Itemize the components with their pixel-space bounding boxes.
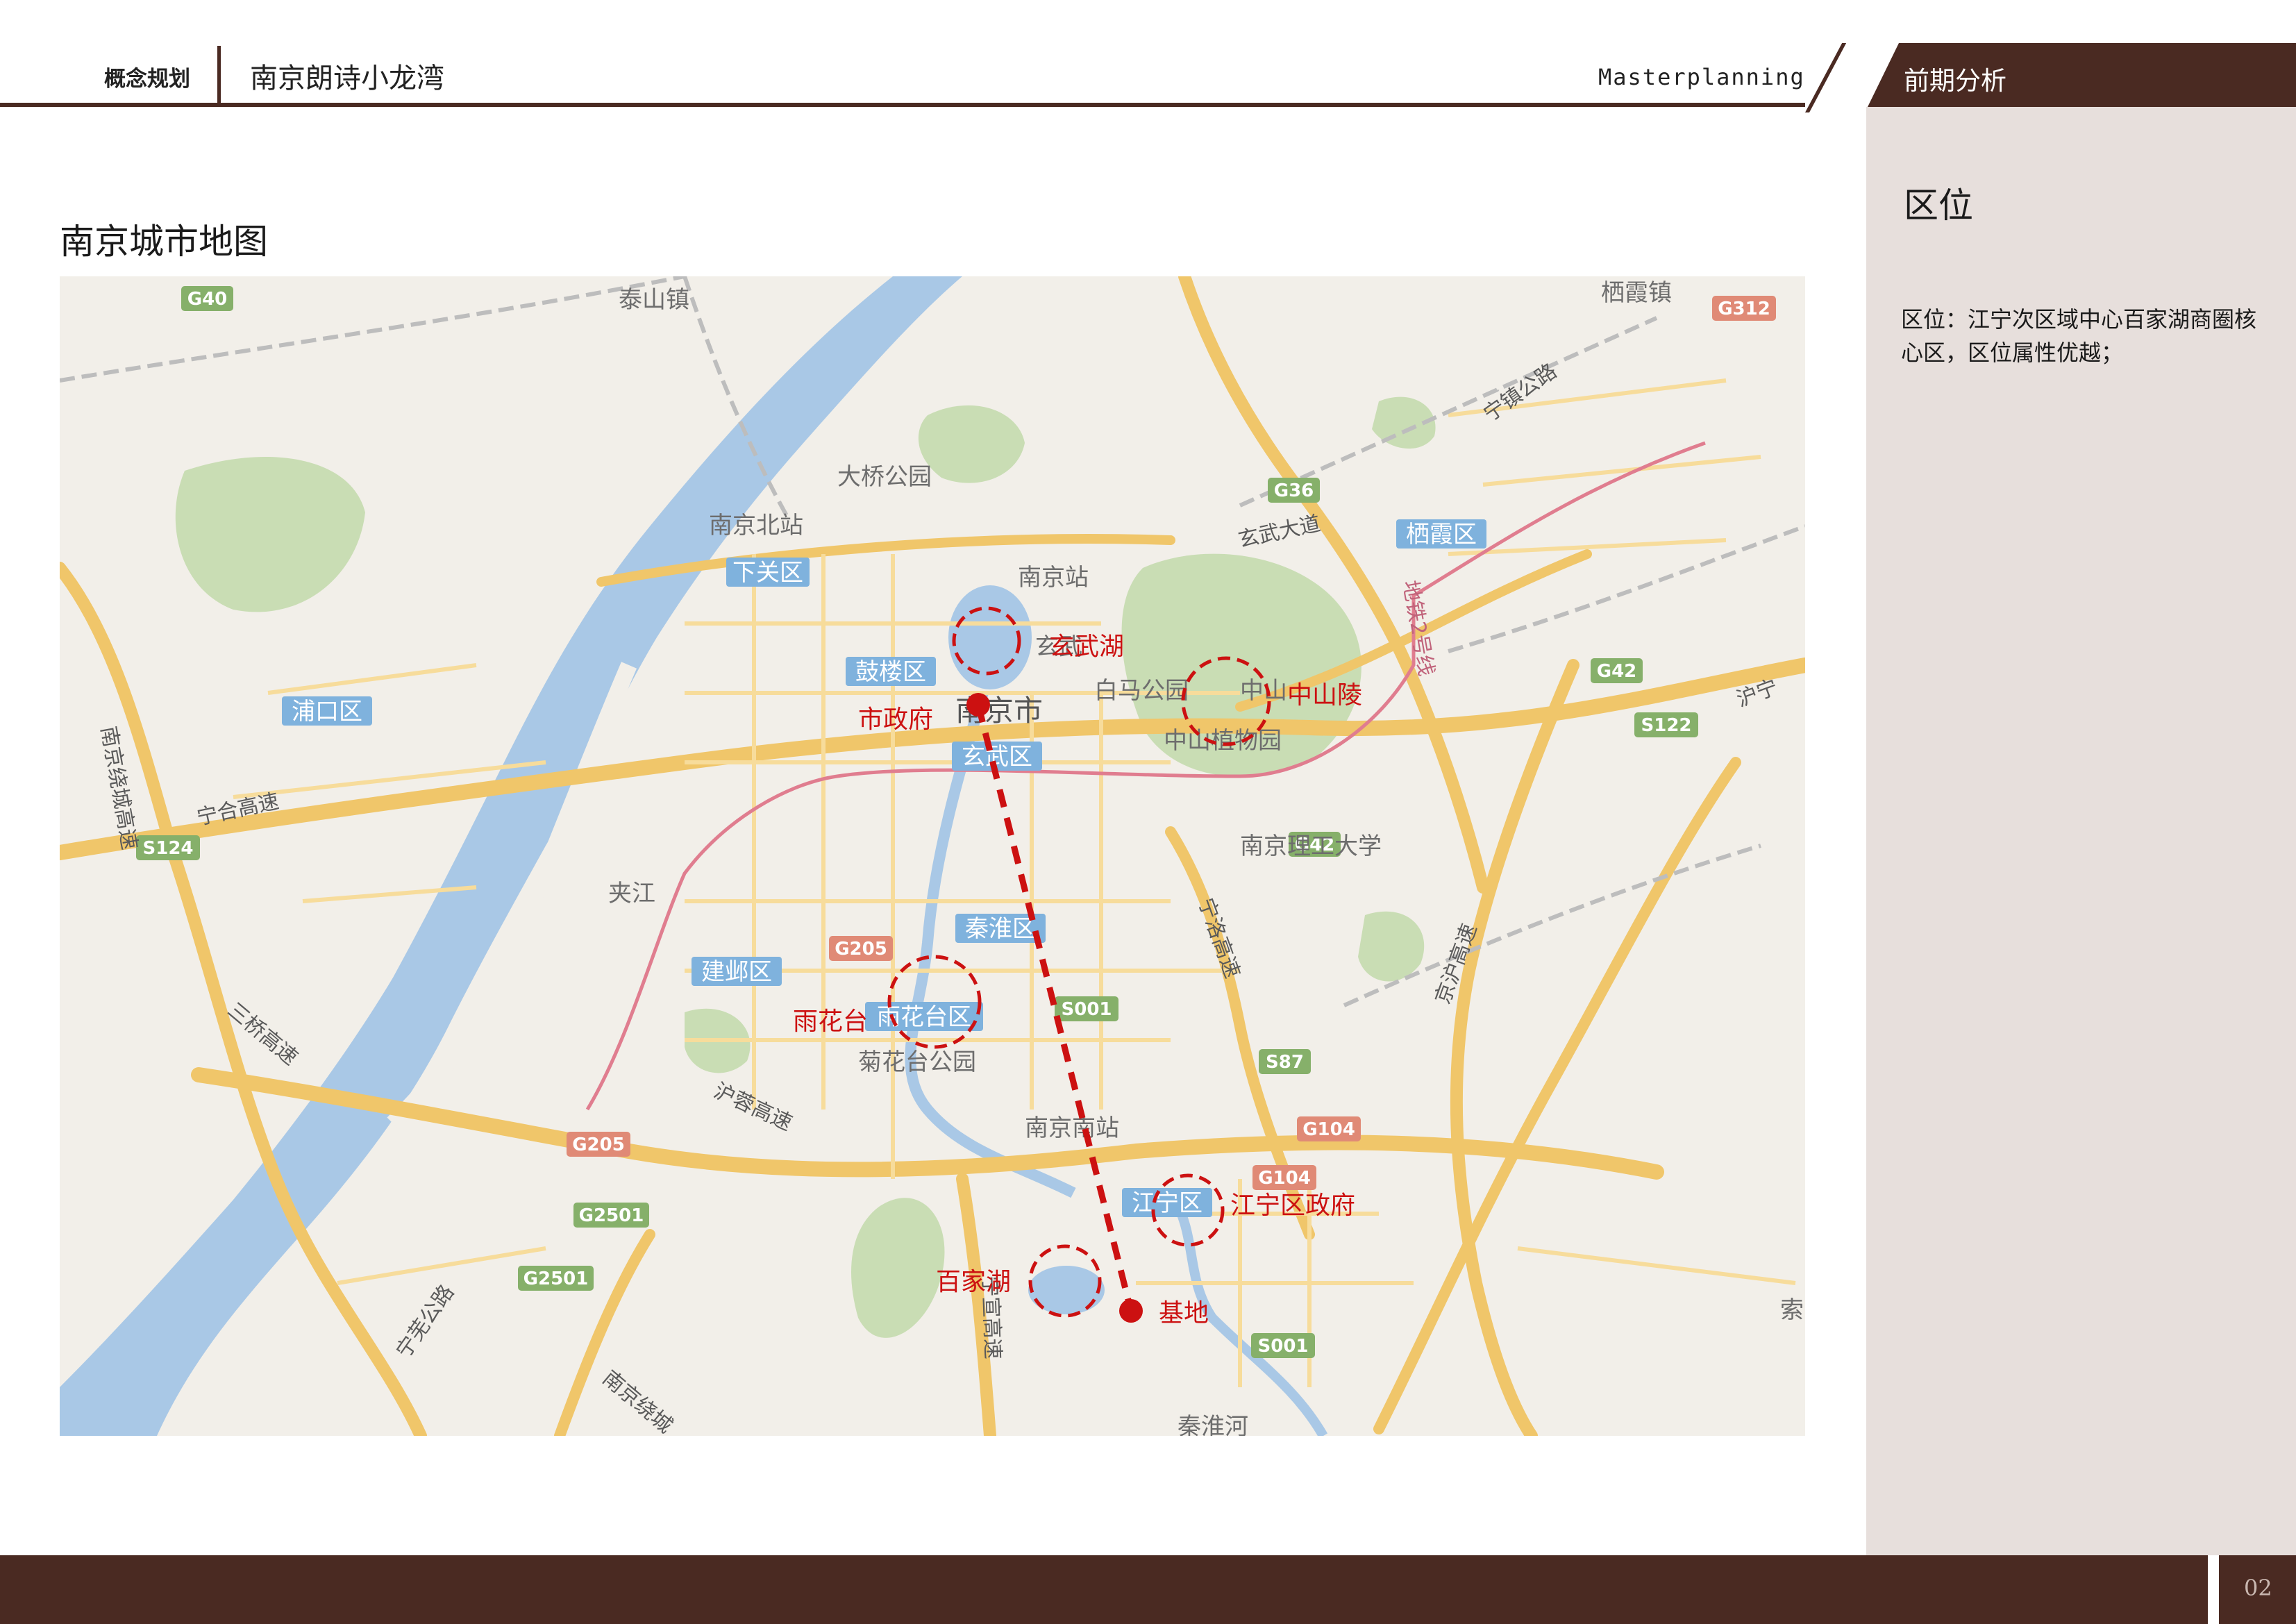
road-shield-label: G104 xyxy=(1302,1119,1355,1140)
footer-bar xyxy=(0,1555,2208,1624)
map-title: 南京城市地图 xyxy=(60,221,268,262)
road-shield-label: G312 xyxy=(1718,299,1770,319)
site-marker xyxy=(1119,1299,1143,1323)
place-juhuatai-park: 菊花台公园 xyxy=(858,1048,976,1076)
place-suo: 索 xyxy=(1780,1296,1804,1324)
district-qixia: 栖霞区 xyxy=(1406,521,1477,549)
road-shield-label: G205 xyxy=(835,939,887,960)
project-name: 南京朗诗小龙湾 xyxy=(250,62,444,94)
masterplanning-label: Masterplanning xyxy=(1598,64,1805,90)
anno-baijia-lake: 百家湖 xyxy=(936,1268,1011,1296)
road-shield-label: S001 xyxy=(1062,999,1112,1020)
city-gov-marker xyxy=(966,693,990,717)
road-shield-label: G40 xyxy=(187,289,228,310)
place-baima-park: 白马公园 xyxy=(1094,677,1189,705)
district-jiangning: 江宁区 xyxy=(1132,1189,1203,1217)
header-rule xyxy=(0,103,1805,107)
place-qixia-town: 栖霞镇 xyxy=(1601,279,1672,307)
district-jianye: 建邺区 xyxy=(701,958,772,986)
road-shield-label: S001 xyxy=(1258,1336,1309,1357)
place-nanjing-south: 南京南站 xyxy=(1025,1114,1119,1142)
place-zhongshan-garden: 中山植物园 xyxy=(1164,727,1282,755)
place-nanjing-north: 南京北站 xyxy=(709,512,803,539)
place-zhongshan-short: 中山 xyxy=(1240,677,1287,705)
road-shield-label: G36 xyxy=(1274,480,1314,501)
road-shield-label: G2501 xyxy=(579,1205,644,1226)
district-xiaguan: 下关区 xyxy=(732,559,803,587)
place-jiajiang: 夹江 xyxy=(608,880,655,907)
road-shield-label: S124 xyxy=(143,838,194,859)
place-nust: 南京理工大学 xyxy=(1240,832,1382,860)
district-gulou: 鼓楼区 xyxy=(855,658,926,686)
road-shield-label: G2501 xyxy=(523,1269,589,1289)
district-pukou: 浦口区 xyxy=(292,698,362,726)
place-daqiao-park: 大桥公园 xyxy=(837,463,932,491)
anno-yuhuatai: 雨花台 xyxy=(793,1007,868,1036)
road-shield-label: G205 xyxy=(572,1135,625,1155)
header-divider xyxy=(217,46,221,104)
anno-city-gov: 市政府 xyxy=(858,705,933,734)
road-shield-label: S122 xyxy=(1641,715,1692,736)
header-slash xyxy=(1805,43,1847,112)
place-taishan: 泰山镇 xyxy=(619,286,689,314)
anno-zhongshan: 中山陵 xyxy=(1287,681,1362,710)
concept-label: 概念规划 xyxy=(104,67,190,92)
anno-jiangning-gov: 江宁区政府 xyxy=(1230,1191,1355,1220)
road-shield-label: G42 xyxy=(1597,661,1637,682)
place-qinhuai-river: 秦淮河 xyxy=(1178,1413,1248,1436)
city-map: 下关区 鼓楼区 玄武区 浦口区 秦淮区 建邺区 雨花台区 江宁区 栖霞区 G40… xyxy=(60,276,1805,1436)
road-shield-label: G104 xyxy=(1258,1168,1311,1189)
anno-site: 基地 xyxy=(1159,1299,1209,1328)
road-shield-label: S87 xyxy=(1266,1052,1304,1073)
district-qinhuai: 秦淮区 xyxy=(965,915,1036,943)
anno-xuanwu-lake: 玄武湖 xyxy=(1049,633,1124,661)
sidebar-description: 区位：江宁次区域中心百家湖商圈核心区，区位属性优越； xyxy=(1901,306,2257,366)
section-label: 前期分析 xyxy=(1904,66,2006,96)
sidebar-title: 区位 xyxy=(1904,185,1973,226)
page-number: 02 xyxy=(2244,1575,2272,1601)
place-nanjing-station: 南京站 xyxy=(1018,564,1089,592)
